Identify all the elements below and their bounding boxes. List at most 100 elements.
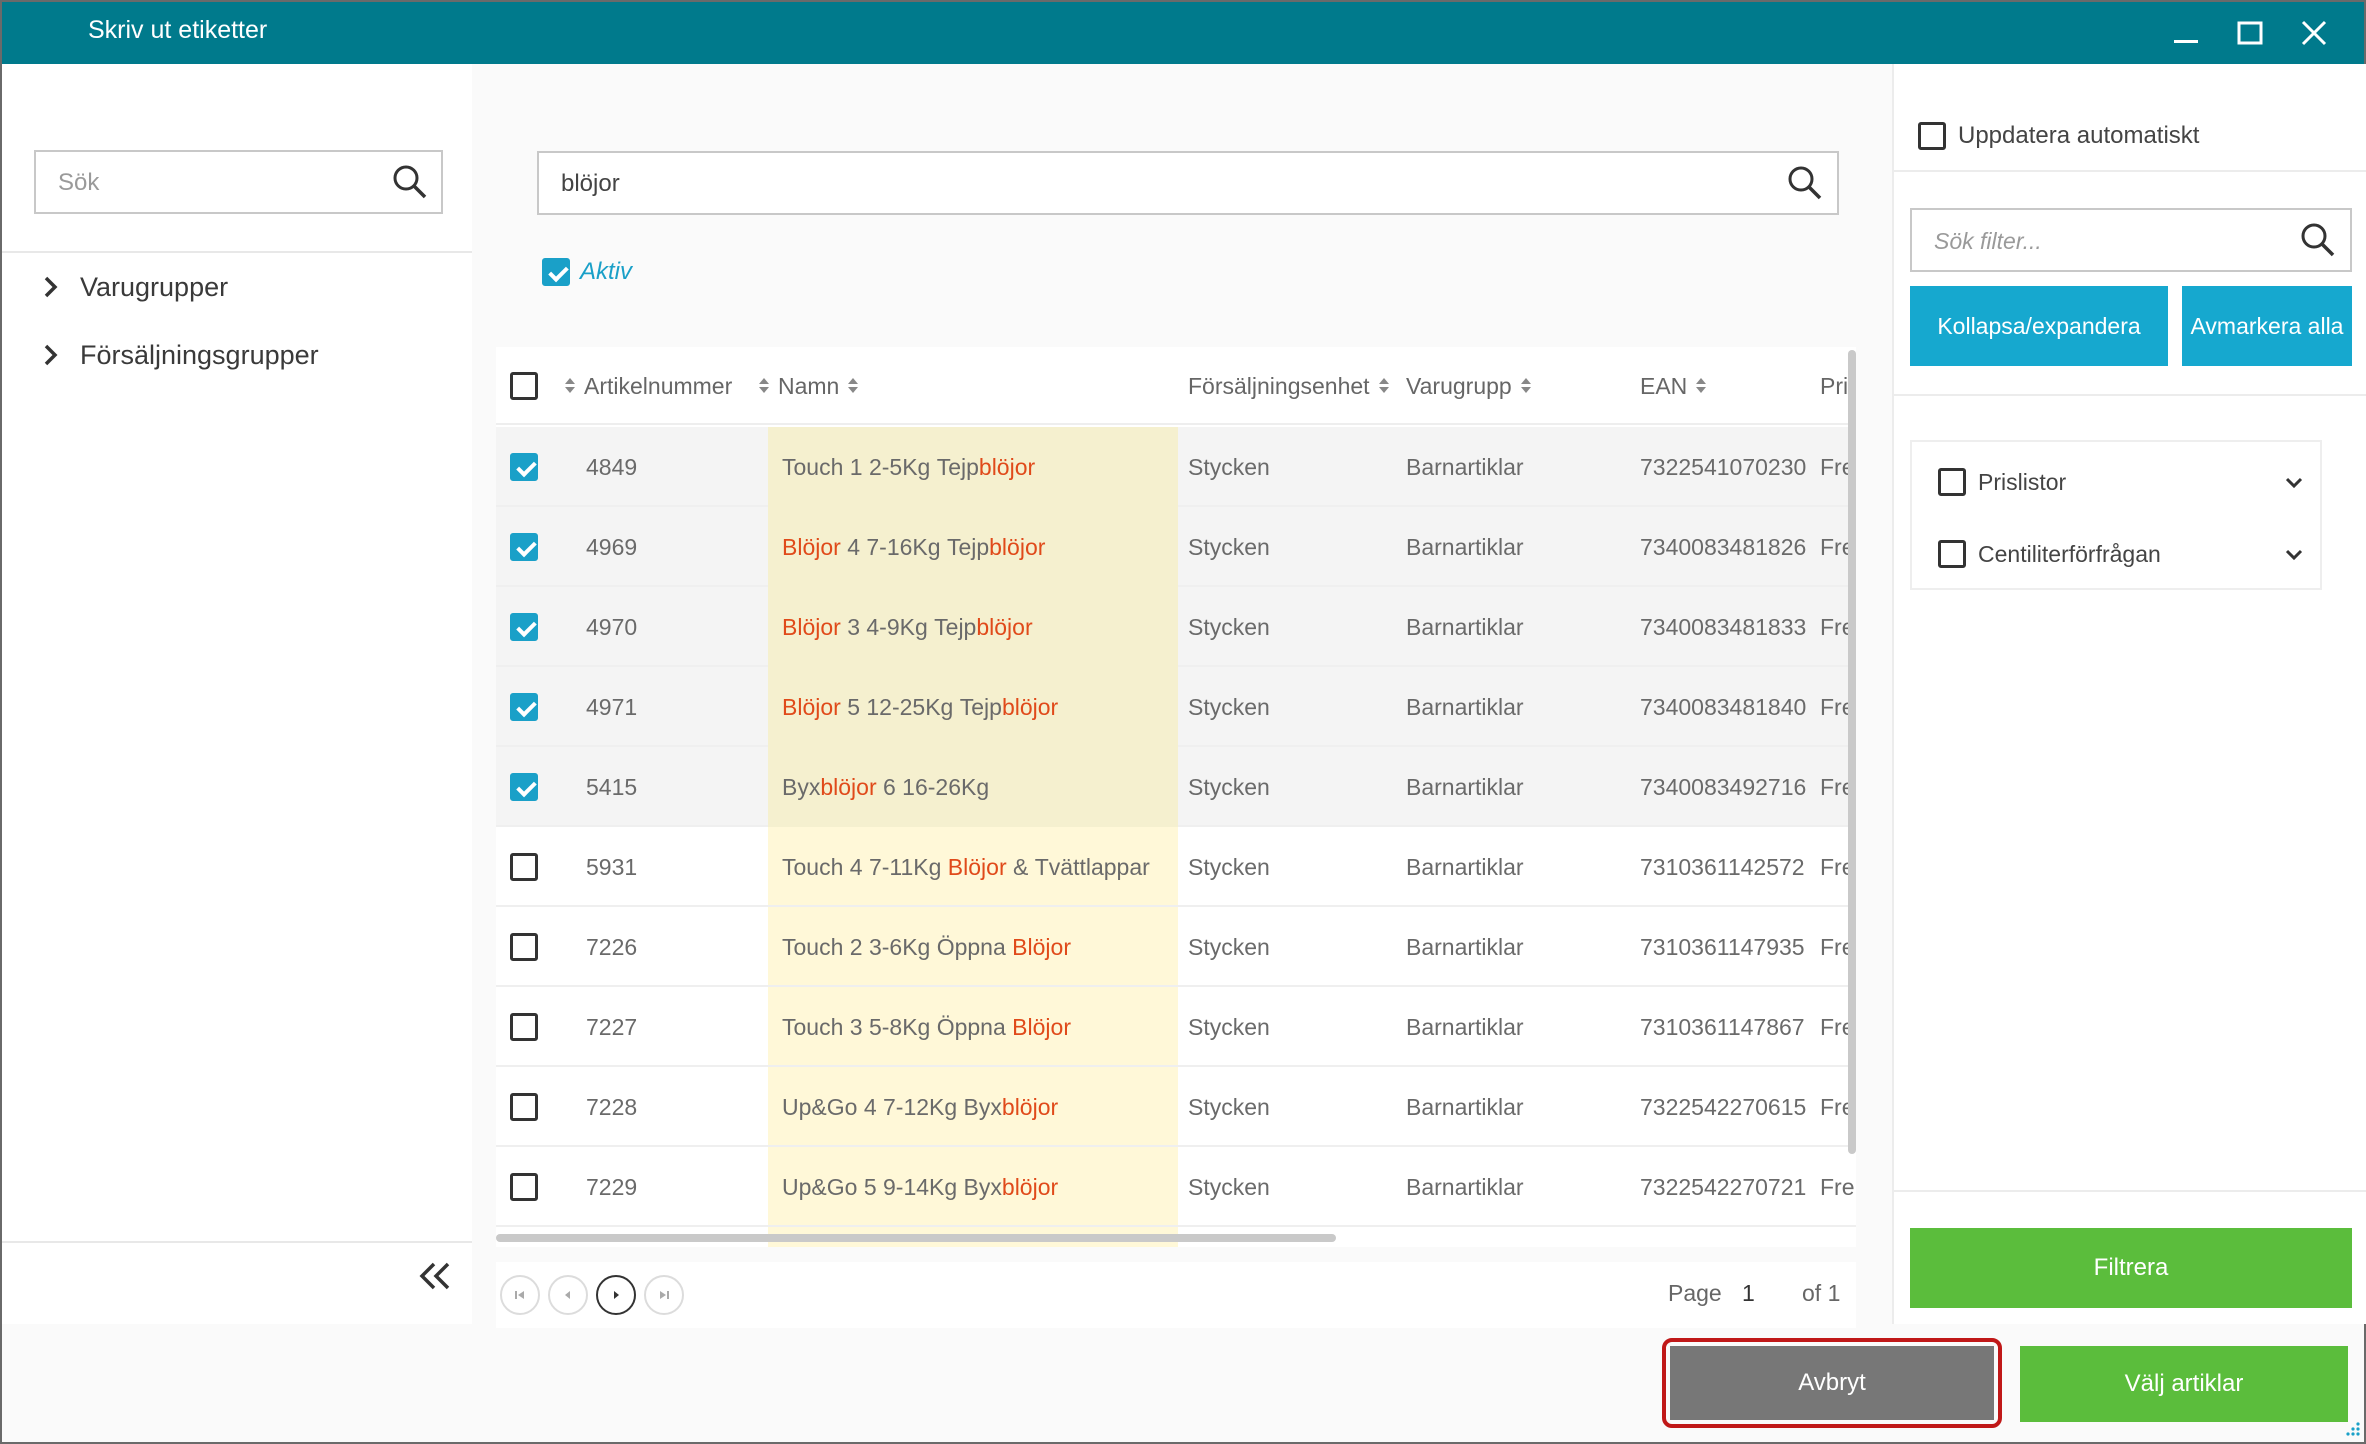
row-checkbox[interactable] (510, 613, 538, 641)
artikelnummer-cell: 4969 (586, 533, 638, 560)
row-checkbox[interactable] (510, 853, 538, 881)
minimize-button[interactable] (2156, 10, 2216, 56)
table-row[interactable]: 5415 Byx blöjor 6 16-26Kg Stycken Barnartikl… (496, 747, 1856, 827)
table-row[interactable]: 5931 Touch 4 7-11Kg Blöjor & Tvättlappar S… (496, 827, 1856, 907)
row-checkbox[interactable] (510, 1013, 538, 1041)
column-forsaljningsenhet[interactable]: Försäljningsenhet (1188, 347, 1398, 425)
group-search-box[interactable] (34, 150, 443, 214)
auto-update-checkbox[interactable] (1918, 122, 1946, 150)
horizontal-scrollbar[interactable] (496, 1234, 1336, 1242)
row-select-cell[interactable] (510, 987, 538, 1067)
group-search-input[interactable] (58, 168, 358, 198)
table-row[interactable]: 7227 Touch 3 5-8Kg Öppna Blöjor Stycken Bar… (496, 987, 1856, 1067)
name-text: Touch 4 7-11Kg (782, 853, 948, 880)
row-select-cell[interactable] (510, 747, 538, 827)
search-match-text: blöjor (1001, 1173, 1059, 1200)
filter-item-prislistor[interactable]: Prislistor (1938, 462, 2318, 502)
filter-checkbox[interactable] (1938, 540, 1966, 568)
next-page-button[interactable] (596, 1275, 636, 1315)
search-icon[interactable] (390, 162, 430, 202)
tree-item-label: Varugrupper (80, 271, 229, 302)
article-search-box[interactable] (537, 151, 1839, 215)
close-button[interactable] (2284, 10, 2344, 56)
filter-item-centiliterforfragan[interactable]: Centiliterförfrågan (1938, 534, 2318, 574)
group-cell: Barnartiklar (1406, 693, 1524, 720)
artikelnummer-cell: 7228 (586, 1093, 638, 1120)
last-page-button[interactable] (644, 1275, 684, 1315)
row-select-cell[interactable] (510, 1147, 538, 1227)
first-page-button[interactable] (500, 1275, 540, 1315)
collapse-expand-button[interactable]: Kollapsa/expandera (1910, 286, 2168, 366)
deselect-all-button[interactable]: Avmarkera alla (2182, 286, 2352, 366)
resize-grip-icon[interactable] (2342, 1420, 2362, 1440)
column-label: EAN (1640, 372, 1688, 399)
row-select-cell[interactable] (510, 827, 538, 907)
filter-label: Centiliterförfrågan (1978, 540, 2161, 567)
label-print-window: Skriv ut etiketter Varugrupper Försäljni… (0, 0, 2366, 1444)
filter-search-box[interactable] (1910, 208, 2352, 272)
cancel-button[interactable]: Avbryt (1670, 1346, 1994, 1420)
row-select-cell[interactable] (510, 587, 538, 667)
ean-cell: 7310361147867 (1640, 1013, 1805, 1040)
row-checkbox[interactable] (510, 1093, 538, 1121)
maximize-button[interactable] (2220, 10, 2280, 56)
row-checkbox[interactable] (510, 453, 538, 481)
unit-cell: Stycken (1188, 1173, 1270, 1200)
row-checkbox[interactable] (510, 933, 538, 961)
table-row[interactable]: 7228 Up&Go 4 7-12Kg Byx blöjor Stycken Barna… (496, 1067, 1856, 1147)
chevron-down-icon[interactable] (2282, 470, 2306, 494)
last-page-icon (660, 1291, 669, 1299)
active-checkbox[interactable] (542, 258, 570, 286)
column-varugrupp[interactable]: Varugrupp (1406, 347, 1540, 425)
search-icon[interactable] (2298, 220, 2338, 260)
choose-articles-button[interactable]: Välj artiklar (2020, 1346, 2348, 1422)
article-search-input[interactable] (561, 169, 1761, 199)
table-row[interactable]: 4969 Blöjor 4 7-16Kg Tejp blöjor Stycken Bar… (496, 507, 1856, 587)
right-panel: Uppdatera automatiskt Kollapsa/expandera… (1892, 64, 2366, 1324)
column-ean[interactable]: EAN (1640, 347, 1715, 425)
row-checkbox[interactable] (510, 1173, 538, 1201)
table-row[interactable]: 4971 Blöjor 5 12-25Kg Tejp blöjor Stycken Ba… (496, 667, 1856, 747)
vertical-scrollbar[interactable] (1848, 350, 1856, 1154)
auto-update-option[interactable]: Uppdatera automatiskt (1918, 118, 2199, 154)
name-text: & Tvättlappar (1006, 853, 1150, 880)
ean-cell: 7322542270721 (1640, 1173, 1807, 1200)
column-artikelnummer[interactable]: Artikelnummer (556, 347, 732, 425)
chevron-down-icon[interactable] (2282, 542, 2306, 566)
column-label: Artikelnummer (584, 372, 733, 399)
filter-checkbox[interactable] (1938, 468, 1966, 496)
select-all-cell[interactable] (510, 347, 538, 425)
column-namn[interactable]: Namn (750, 347, 867, 425)
row-select-cell[interactable] (510, 1067, 538, 1147)
table-row[interactable]: 7226 Touch 2 3-6Kg Öppna Blöjor Stycken Bar… (496, 907, 1856, 987)
next-page-icon (614, 1291, 619, 1299)
title-bar: Skriv ut etiketter (2, 2, 2364, 64)
search-icon[interactable] (1785, 163, 1825, 203)
table-row[interactable]: 4849 Touch 1 2-5Kg Tejp blöjor Stycken Barna… (496, 427, 1856, 507)
divider (1894, 394, 2366, 396)
name-text: 4 7-16Kg Tejp (840, 533, 990, 560)
row-select-cell[interactable] (510, 667, 538, 747)
row-checkbox[interactable] (510, 693, 538, 721)
select-all-checkbox[interactable] (510, 372, 538, 400)
row-checkbox[interactable] (510, 773, 538, 801)
filter-search-input[interactable] (1934, 226, 2274, 256)
table-row[interactable]: 7229 Up&Go 5 9-14Kg Byx blöjor Stycken Barna… (496, 1147, 1856, 1227)
tree-item-varugrupper[interactable]: Varugrupper (38, 267, 228, 307)
collapse-panel-icon[interactable] (414, 1254, 458, 1298)
row-select-cell[interactable] (510, 427, 538, 507)
divider (2, 1241, 472, 1243)
active-filter[interactable]: Aktiv (542, 255, 632, 289)
row-select-cell[interactable] (510, 907, 538, 987)
previous-page-button[interactable] (548, 1275, 588, 1315)
chevron-right-icon (44, 276, 58, 298)
filter-label: Prislistor (1978, 468, 2067, 495)
row-checkbox[interactable] (510, 533, 538, 561)
column-pri[interactable]: Pri (1820, 347, 1848, 425)
tree-item-forsaljningsgrupper[interactable]: Försäljningsgrupper (38, 335, 319, 375)
table-row[interactable]: 4970 Blöjor 3 4-9Kg Tejp blöjor Stycken Barn… (496, 587, 1856, 667)
filter-button[interactable]: Filtrera (1910, 1228, 2352, 1308)
row-select-cell[interactable] (510, 507, 538, 587)
name-cell: Touch 2 3-6Kg Öppna Blöjor (782, 907, 1071, 987)
maximize-icon (2237, 21, 2263, 45)
